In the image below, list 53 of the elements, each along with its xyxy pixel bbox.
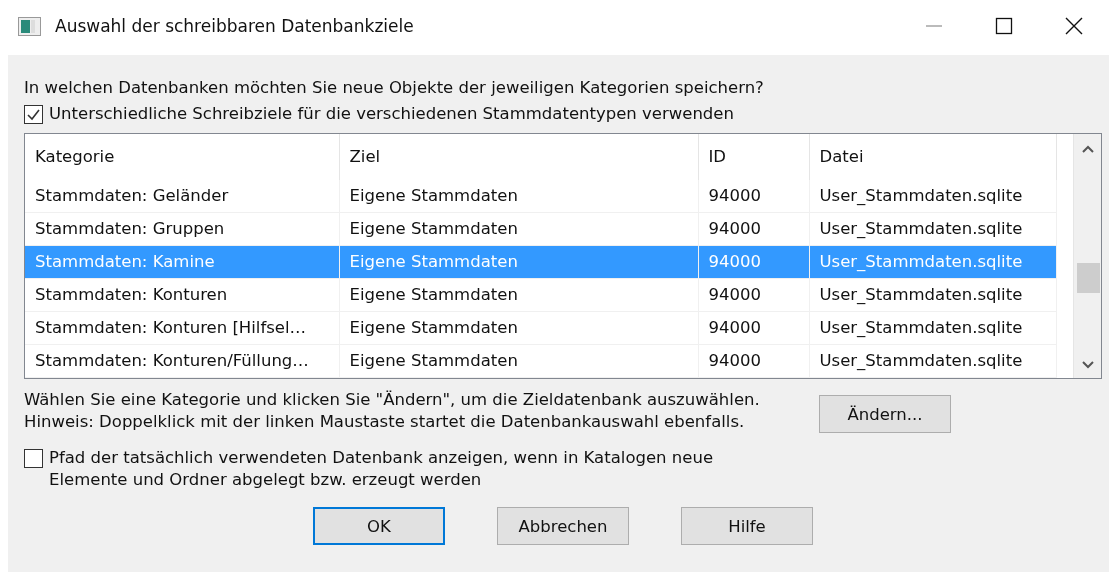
table-row[interactable]: Stammdaten: Geländer Eigene Stammdaten 94000 User_Stammdaten.sqlite <box>25 179 1056 213</box>
table-row[interactable]: Stammdaten: Gruppen Eigene Stammdaten 94000 User_Stammdaten.sqlite <box>25 212 1056 246</box>
hint-text: Hinweis: Doppelklick mit der linken Maustaste startet die Datenbankauswahl ebenfalls. <box>24 411 746 433</box>
table-cell: Stammdaten: Gruppen <box>25 212 339 246</box>
table-cell: 94000 <box>698 245 809 279</box>
hint-text: Wählen Sie eine Kategorie und klicken Sie "Ändern", um die Zieldatenbank auszuwählen. <box>24 389 761 411</box>
table-cell: Stammdaten: Geländer <box>25 179 339 213</box>
column-header[interactable]: Kategorie <box>25 134 339 180</box>
question-text: In welchen Datenbanken möchten Sie neue Objekte der jeweiligen Kategorien speichern? <box>24 77 765 99</box>
minimize-icon <box>926 25 942 27</box>
table-cell: Stammdaten: Kamine <box>25 245 339 279</box>
table-cell: Stammdaten: Konturen <box>25 278 339 312</box>
column-header[interactable]: Ziel <box>339 134 698 180</box>
table-cell: Eigene Stammdaten <box>339 278 698 312</box>
table-cell: User_Stammdaten.sqlite <box>809 344 1056 378</box>
table-cell: 94000 <box>698 311 809 345</box>
table-cell: User_Stammdaten.sqlite <box>809 311 1056 345</box>
table-cell: User_Stammdaten.sqlite <box>809 179 1056 213</box>
table-cell: 94000 <box>698 278 809 312</box>
table-row[interactable]: Stammdaten: Konturen [Hilfsel… Eigene Stammdaten 94000 User_Stammdaten.sqlite <box>25 311 1056 345</box>
window-title: Auswahl der schreibbaren Datenbankziele <box>55 16 415 36</box>
scroll-up-icon[interactable] <box>1080 144 1095 154</box>
table-cell: Stammdaten: Konturen/Füllung… <box>25 344 339 378</box>
close-icon <box>1064 16 1084 36</box>
table-cell: Eigene Stammdaten <box>339 245 698 279</box>
column-header[interactable]: ID <box>698 134 809 180</box>
table-cell: User_Stammdaten.sqlite <box>809 245 1056 279</box>
checkbox[interactable] <box>24 105 43 124</box>
scroll-thumb[interactable] <box>1076 263 1100 293</box>
table-row[interactable]: Stammdaten: Konturen/Füllung… Eigene Stammdaten 94000 User_Stammdaten.sqlite <box>25 344 1056 378</box>
table-cell: 94000 <box>698 179 809 213</box>
maximize-icon <box>994 16 1014 36</box>
table-cell: Eigene Stammdaten <box>339 311 698 345</box>
app-icon <box>18 16 41 36</box>
checkbox[interactable] <box>24 449 43 468</box>
checkbox-label: Pfad der tatsächlich verwendeten Datenbank anzeigen, wenn in Katalogen neue Elemente und Ordner abgelegt bzw. erzeugt werden <box>49 447 715 491</box>
table-cell: User_Stammdaten.sqlite <box>809 212 1056 246</box>
table-cell: Eigene Stammdaten <box>339 212 698 246</box>
table-cell: Eigene Stammdaten <box>339 344 698 378</box>
table-cell: Stammdaten: Konturen [Hilfsel… <box>25 311 339 345</box>
change-button[interactable]: Ändern... <box>819 395 951 433</box>
scrollbar[interactable] <box>1073 134 1101 378</box>
table-cell: 94000 <box>698 212 809 246</box>
checkbox-label: Unterschiedliche Schreibziele für die verschiedenen Stammdatentypen verwenden <box>49 103 734 125</box>
table-row[interactable]: Stammdaten: Konturen Eigene Stammdaten 94000 User_Stammdaten.sqlite <box>25 278 1056 312</box>
ok-button[interactable]: OK <box>313 507 445 545</box>
cancel-button[interactable]: Abbrechen <box>497 507 629 545</box>
table-cell: 94000 <box>698 344 809 378</box>
table-cell: User_Stammdaten.sqlite <box>809 278 1056 312</box>
column-header[interactable]: Datei <box>809 134 1056 180</box>
table-cell: Eigene Stammdaten <box>339 179 698 213</box>
help-button[interactable]: Hilfe <box>681 507 813 545</box>
scroll-down-icon[interactable] <box>1080 360 1095 370</box>
